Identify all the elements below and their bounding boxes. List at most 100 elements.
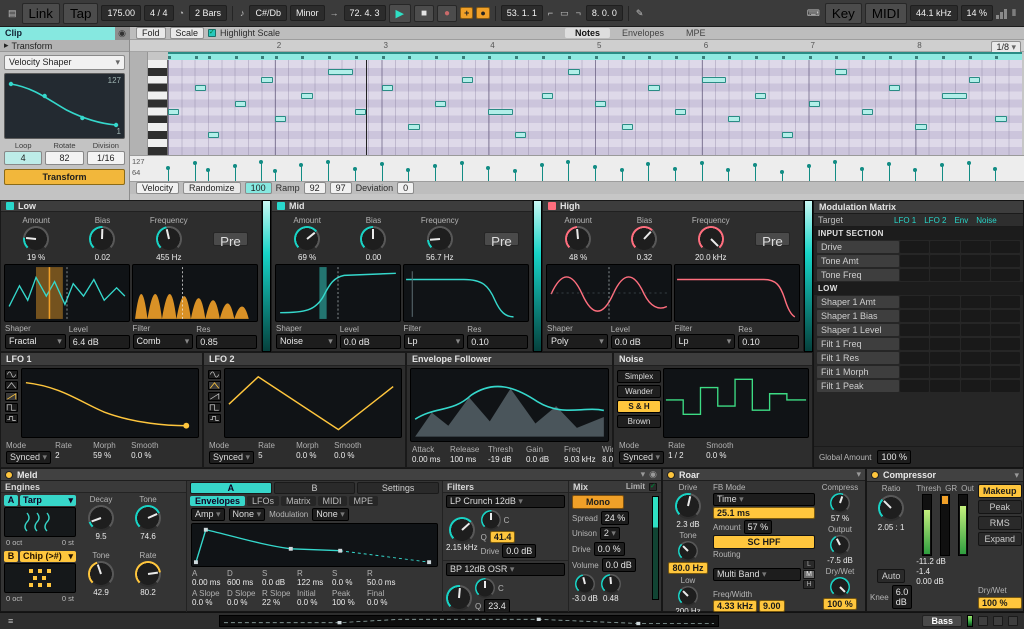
mix-drive-field[interactable]: 0.0 % — [594, 542, 625, 556]
midi-note[interactable] — [915, 124, 926, 130]
mono-button[interactable]: Mono — [572, 495, 624, 509]
engine-b-icon[interactable] — [4, 563, 76, 593]
param-value[interactable]: 0.0 % — [332, 578, 362, 587]
frequency-knob[interactable] — [427, 226, 453, 252]
transform-apply-button[interactable]: Transform — [4, 169, 125, 185]
param-value[interactable]: 600 ms — [227, 578, 257, 587]
punch-in-icon[interactable]: ⌐ — [546, 7, 555, 19]
follow-icon[interactable]: → — [328, 7, 341, 19]
random-icon[interactable] — [5, 414, 18, 423]
square-icon[interactable] — [208, 403, 221, 412]
rotate-field[interactable]: 82 — [45, 151, 83, 165]
velocity-area[interactable] — [168, 156, 1022, 182]
band-activator-checkbox[interactable] — [548, 202, 556, 210]
midi-note[interactable] — [809, 101, 820, 107]
frequency-value[interactable]: 20.0 kHz — [695, 253, 727, 262]
engine-a-tag[interactable]: A — [4, 495, 18, 506]
saw-icon[interactable] — [208, 392, 221, 401]
frequency-value[interactable]: 455 Hz — [156, 253, 181, 262]
volume-field[interactable]: 0.0 dB — [602, 558, 636, 572]
engine-b-k1-value[interactable]: 42.9 — [93, 588, 109, 597]
compressor-button-expand[interactable]: Expand — [978, 532, 1022, 546]
matrix-cell[interactable] — [961, 255, 990, 267]
param-value[interactable]: 100 % — [332, 598, 362, 607]
arrangement-position-field[interactable]: 72. 4. 3 — [344, 5, 386, 21]
fb-time-field[interactable]: 25.1 ms — [713, 507, 815, 519]
crossover-freq-field[interactable]: 4.33 kHz — [713, 600, 757, 612]
filter-select[interactable]: Lp — [404, 334, 465, 349]
scale-name-selector[interactable]: Minor — [290, 5, 325, 21]
midi-note[interactable] — [969, 77, 980, 83]
matrix-source-env[interactable]: Env — [954, 216, 968, 225]
velocity-stem[interactable] — [809, 166, 810, 182]
engine-b-selector[interactable]: Chip (>#) — [20, 551, 76, 562]
matrix-cell[interactable] — [930, 255, 959, 267]
loop-count-field[interactable]: 4 — [4, 151, 42, 165]
velocity-stem[interactable] — [755, 165, 756, 182]
matrix-cell[interactable] — [961, 338, 990, 350]
res-field[interactable]: 0.85 — [196, 335, 257, 349]
deviation-field[interactable]: 0 — [397, 182, 414, 194]
groove-selector[interactable]: 2 Bars — [189, 5, 227, 21]
midi-note[interactable] — [355, 109, 366, 115]
filter1-type-select[interactable]: LP Crunch 12dB — [446, 495, 565, 508]
engine-a-st[interactable]: 0 st — [62, 538, 74, 547]
velocity-stem[interactable] — [969, 163, 970, 182]
roar-route-m[interactable]: M — [803, 570, 815, 579]
filter-display[interactable] — [674, 264, 800, 322]
matrix-cell[interactable] — [930, 296, 959, 308]
amount-value[interactable]: 19 % — [27, 253, 45, 262]
scrub-area[interactable] — [168, 52, 1022, 60]
clip-name[interactable]: Clip — [0, 27, 115, 40]
shaper-display[interactable] — [546, 264, 672, 322]
highlight-scale-checkbox[interactable] — [208, 29, 216, 37]
crossfade-a-button[interactable] — [978, 616, 988, 626]
track-activator-button[interactable] — [1008, 616, 1018, 626]
triangle-icon[interactable] — [5, 381, 18, 390]
link-button[interactable]: Link — [22, 3, 60, 24]
record-button[interactable]: ● — [437, 5, 457, 22]
tap-tempo-button[interactable]: Tap — [63, 3, 99, 24]
midi-note[interactable] — [515, 132, 526, 138]
filter-display[interactable] — [403, 264, 529, 322]
device-on-toggle[interactable] — [871, 471, 879, 479]
midi-note[interactable] — [595, 101, 606, 107]
param-value[interactable]: 0.0 % — [297, 598, 327, 607]
shaper-select[interactable]: Noise — [276, 334, 337, 349]
res-field[interactable]: 0.10 — [738, 335, 799, 349]
filter-display[interactable] — [132, 264, 258, 322]
matrix-target-label[interactable]: Drive — [817, 241, 899, 253]
engine-a-k1-value[interactable]: 9.5 — [95, 532, 106, 541]
matrix-cell[interactable] — [961, 310, 990, 322]
piano-keys-strip[interactable] — [148, 60, 168, 155]
loop-start-field[interactable]: 53. 1. 1 — [501, 5, 543, 21]
midi-note[interactable] — [261, 77, 272, 83]
compressor-button-makeup[interactable]: Makeup — [978, 484, 1022, 498]
matrix-cell[interactable] — [930, 352, 959, 364]
matrix-cell[interactable] — [961, 269, 990, 281]
velocity-stem[interactable] — [702, 163, 703, 182]
param-value[interactable]: 0.00 ms — [412, 455, 446, 464]
midi-note[interactable] — [275, 116, 286, 122]
midi-note[interactable] — [648, 85, 659, 91]
filter1-pan-knob[interactable] — [481, 510, 501, 530]
engine-a-k2-value[interactable]: 74.6 — [140, 532, 156, 541]
noise-type-simplex[interactable]: Simplex — [617, 370, 661, 383]
thresh-meter[interactable] — [922, 494, 932, 556]
sc-hpf-button[interactable]: SC HPF — [713, 535, 815, 549]
amount-knob[interactable] — [294, 226, 320, 252]
matrix-cell[interactable] — [900, 241, 929, 253]
bias-knob[interactable] — [360, 226, 386, 252]
crossfade-b-button[interactable] — [993, 616, 1003, 626]
draw-mode-icon[interactable]: ✎ — [634, 7, 646, 20]
routing-select[interactable]: Multi Band — [713, 568, 801, 581]
automation-arm-button[interactable]: ● — [476, 7, 489, 19]
midi-note[interactable] — [382, 85, 393, 91]
random-icon[interactable] — [208, 414, 221, 423]
play-button[interactable]: ▶ — [389, 4, 411, 23]
engine-a-selector[interactable]: Tarp — [20, 495, 76, 506]
amount-value[interactable]: 69 % — [298, 253, 316, 262]
frequency-knob[interactable] — [698, 226, 724, 252]
meld-tab-a[interactable]: A — [190, 482, 272, 494]
fb-mode-select[interactable]: Time — [713, 493, 815, 506]
